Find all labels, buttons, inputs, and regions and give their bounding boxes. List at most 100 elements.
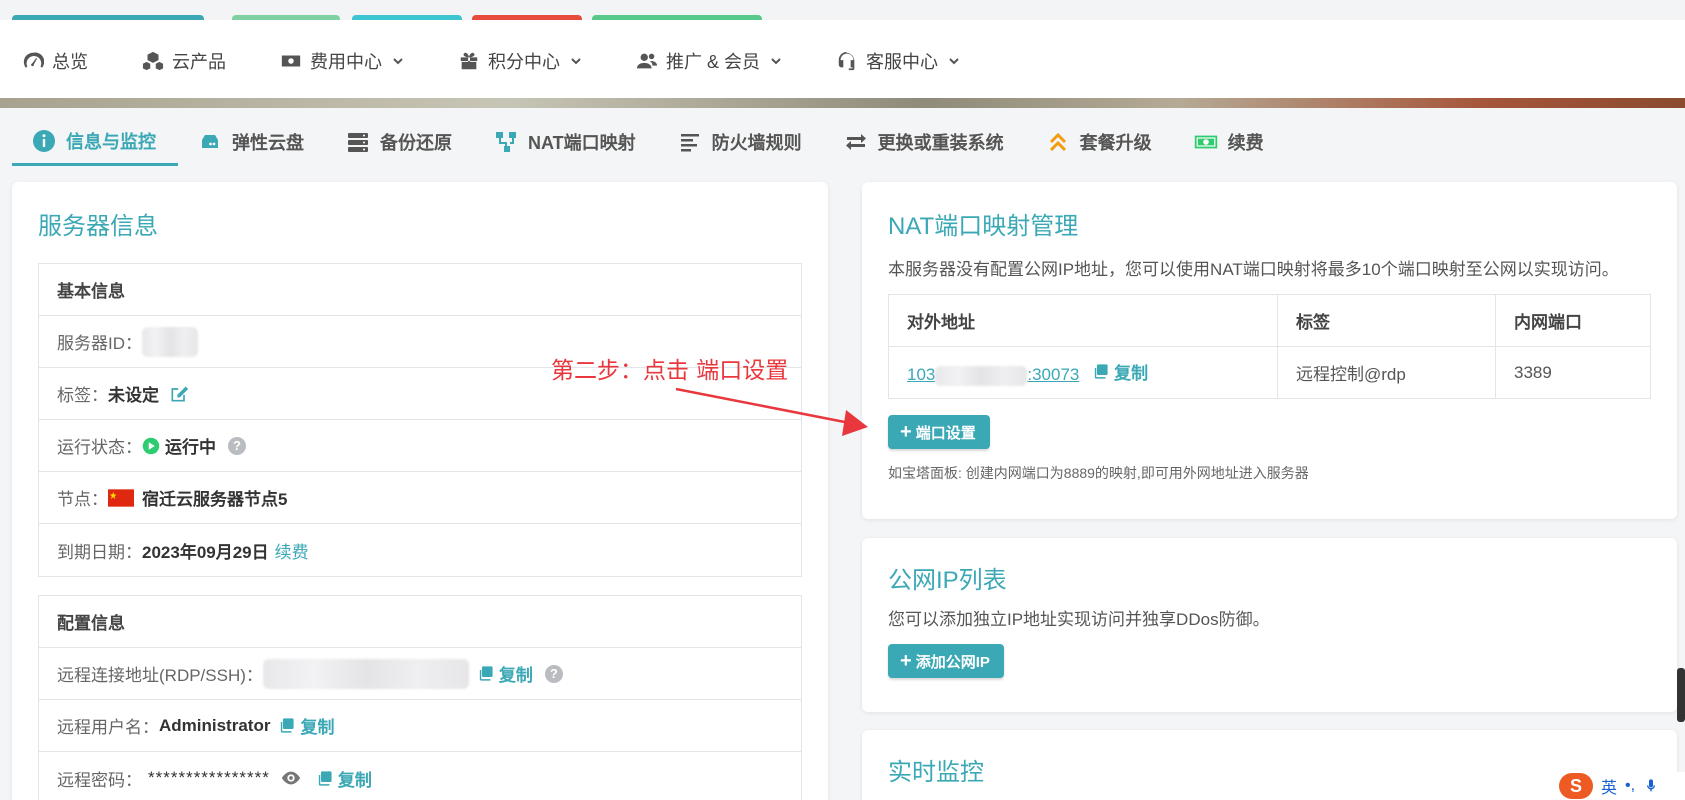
nat-card: NAT端口映射管理 本服务器没有配置公网IP地址，您可以使用NAT端口映射将最多… (862, 182, 1677, 519)
tab-elastic-disk[interactable]: 弹性云盘 (178, 118, 326, 166)
help-icon[interactable]: ? (228, 436, 246, 455)
banner-image (0, 98, 1685, 108)
server-subtabs: 信息与监控 弹性云盘 备份还原 NAT端口映射 防火墙规则 更换或重装系统 套餐… (12, 118, 1286, 166)
tab-plan-upgrade[interactable]: 套餐升级 (1026, 118, 1174, 166)
sitemap-icon (496, 132, 516, 152)
nav-item-overview[interactable]: 总览 (22, 48, 88, 74)
copy-external-addr-button[interactable]: 复制 (1092, 359, 1148, 384)
nat-table: 对外地址 标签 内网端口 103:30073 复制 远程控制@rdp 3389 (888, 294, 1651, 399)
chevron-down-icon (949, 58, 959, 65)
password-value: **************** (148, 768, 270, 787)
port-settings-button[interactable]: + 端口设置 (888, 415, 990, 449)
ime-language[interactable]: 英 (1601, 774, 1617, 798)
add-public-ip-button[interactable]: + 添加公网IP (888, 644, 1004, 678)
nav-label: 总览 (52, 52, 88, 72)
tab-nat-mapping[interactable]: NAT端口映射 (474, 118, 658, 166)
top-strip (0, 0, 1685, 20)
table-header-row: 对外地址 标签 内网端口 (888, 294, 1651, 347)
copy-label: 复制 (300, 718, 335, 737)
addr-prefix: 103 (907, 365, 936, 385)
external-addr-cell: 103 :30073 复制 (888, 346, 1278, 399)
plus-icon: + (900, 421, 912, 443)
public-ip-card: 公网IP列表 您可以添加独立IP地址实现访问并独享DDos防御。 + 添加公网I… (862, 538, 1677, 712)
gift-icon (460, 52, 478, 70)
cubes-icon (142, 51, 164, 71)
copy-label: 复制 (1114, 364, 1149, 384)
tab-label: 套餐升级 (1079, 133, 1152, 153)
expire-row: 到期日期： 2023年09月29日 续费 (39, 524, 801, 576)
money-icon (281, 55, 301, 67)
tab-label: 更换或重装系统 (877, 133, 1004, 153)
annotation-text: 第二步：点击 端口设置 (551, 358, 789, 384)
nav-item-promotion[interactable]: 推广 & 会员 (636, 48, 782, 74)
headset-icon (838, 51, 855, 71)
public-ip-title: 公网IP列表 (888, 567, 1007, 594)
tab-label: NAT端口映射 (528, 133, 636, 153)
chevron-down-icon (571, 58, 581, 65)
copy-icon (1094, 364, 1108, 379)
tab-label: 弹性云盘 (232, 133, 304, 153)
users-icon (636, 53, 658, 69)
status-row: 运行状态： 运行中 ? (39, 420, 801, 472)
addr-suffix: :30073 (1027, 365, 1080, 385)
node-row: 节点： 宿迁云服务器节点5 (39, 472, 801, 524)
nat-title: NAT端口映射管理 (888, 213, 1079, 240)
nav-item-support[interactable]: 客服中心 (836, 48, 960, 74)
help-icon[interactable]: ? (544, 664, 563, 683)
tab-backup-restore[interactable]: 备份还原 (326, 118, 474, 166)
copy-icon (318, 770, 332, 786)
username-value: Administrator (159, 715, 271, 735)
eye-icon[interactable] (280, 767, 302, 789)
microphone-icon[interactable] (1643, 778, 1659, 794)
tab-renew[interactable]: 续费 (1174, 118, 1286, 166)
tab-firewall[interactable]: 防火墙规则 (658, 118, 824, 166)
chevron-down-icon (771, 58, 781, 65)
external-addr-link[interactable]: 103 :30073 (907, 365, 1080, 386)
hdd-icon (202, 135, 218, 148)
basic-info-heading: 基本信息 (39, 264, 801, 316)
server-info-title: 服务器信息 (38, 213, 158, 240)
renew-link[interactable]: 续费 (275, 538, 309, 563)
ime-punctuation[interactable]: •, (1625, 777, 1635, 795)
remote-addr-redacted (262, 658, 469, 689)
plus-icon: + (900, 650, 912, 672)
nav-label: 费用中心 (310, 52, 382, 72)
ime-toolbar[interactable]: S 英 •, (1555, 772, 1685, 800)
nav-label: 客服中心 (866, 52, 939, 72)
expire-label: 到期日期： (57, 542, 142, 562)
password-label: 远程密码： (57, 770, 142, 790)
node-label: 节点： (57, 490, 108, 509)
copy-username-button[interactable]: 复制 (278, 713, 334, 738)
addr-redacted (935, 365, 1028, 386)
table-row: 103:30073 复制 远程控制@rdp 3389 (888, 346, 1651, 399)
money-bill-icon (1194, 135, 1217, 149)
server-id-label: 服务器ID： (57, 334, 142, 353)
nat-hint: 如宝塔面板: 创建内网端口为8889的映射,即可用外网地址进入服务器 (888, 465, 1309, 481)
scrollbar-thumb[interactable] (1677, 668, 1685, 722)
tag-cell: 远程控制@rdp (1277, 346, 1496, 399)
username-row: 远程用户名： Administrator 复制 (39, 700, 801, 752)
port-settings-label: 端口设置 (915, 424, 976, 442)
tab-label: 信息与监控 (66, 131, 156, 152)
nav-label: 积分中心 (488, 52, 560, 72)
config-info-block: 配置信息 远程连接地址(RDP/SSH)： 复制 ? 远程用户名： Admini… (38, 595, 802, 800)
nav-item-points[interactable]: 积分中心 (458, 48, 582, 74)
remote-addr-label: 远程连接地址(RDP/SSH)： (57, 666, 263, 685)
tab-info-monitor[interactable]: 信息与监控 (12, 118, 178, 166)
tab-label: 续费 (1227, 133, 1264, 153)
nav-item-billing[interactable]: 费用中心 (280, 48, 404, 74)
status-value: 运行中 (165, 438, 216, 457)
play-circle-icon (142, 437, 160, 454)
monitor-title: 实时监控 (888, 759, 984, 786)
server-info-card: 服务器信息 基本信息 服务器ID： 标签： 未设定 运行状态： 运行中 ? 节点… (12, 182, 828, 800)
password-row: 远程密码： **************** 复制 (39, 752, 801, 800)
copy-remote-addr-button[interactable]: 复制 (477, 661, 533, 686)
china-flag-icon (108, 488, 134, 507)
remote-addr-row: 远程连接地址(RDP/SSH)： 复制 ? (39, 648, 801, 700)
copy-password-button[interactable]: 复制 (316, 766, 372, 791)
tab-label: 防火墙规则 (711, 133, 802, 153)
col-tag: 标签 (1277, 294, 1496, 347)
edit-icon[interactable] (169, 384, 189, 404)
tab-reinstall-system[interactable]: 更换或重装系统 (824, 118, 1026, 166)
nav-item-cloud-products[interactable]: 云产品 (142, 48, 226, 74)
